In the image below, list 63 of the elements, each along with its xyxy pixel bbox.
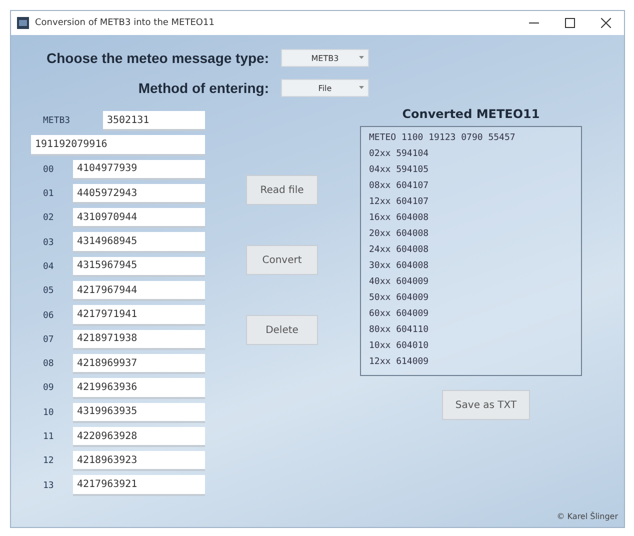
output-line: 20xx 604008 [369, 228, 430, 241]
input-field[interactable]: 4405972943 [73, 184, 205, 204]
input-field[interactable]: 4314968945 [73, 232, 205, 253]
input-field[interactable]: 4104977939 [73, 160, 205, 180]
app-icon [17, 17, 29, 29]
input-field[interactable]: 3502131 [103, 111, 205, 132]
action-button[interactable]: Convert [246, 245, 318, 275]
save-button[interactable]: Save as TXT [442, 390, 530, 420]
input-field[interactable]: 4218969937 [73, 354, 205, 374]
output-line: 12xx 604107 [369, 196, 430, 209]
caret-icon [359, 56, 364, 59]
input-field[interactable]: 4220963928 [73, 426, 205, 448]
entering-method-label: Method of entering: [137, 80, 269, 96]
level-label: 00 [42, 164, 55, 175]
level-label: 09 [42, 383, 55, 394]
copyright-text: © Karel Šlinger [556, 512, 618, 521]
output-line: 12xx 614009 [369, 356, 430, 369]
level-label: 11 [42, 432, 55, 442]
input-field[interactable]: 4310970944 [73, 208, 205, 228]
input-field[interactable]: 4319963935 [73, 402, 205, 423]
input-field[interactable]: 4217971941 [73, 305, 205, 326]
input-field[interactable]: 4217963921 [73, 475, 205, 496]
level-label: 08 [42, 359, 55, 370]
output-line: 80xx 604110 [369, 324, 430, 337]
window-title: Conversion of METB3 into the METEO11 [35, 18, 216, 28]
input-field[interactable]: 4219963936 [73, 378, 205, 399]
output-line: 16xx 604008 [369, 212, 430, 225]
level-label: 12 [42, 456, 55, 466]
action-button[interactable]: Read file [246, 175, 318, 205]
output-line: 02xx 594104 [369, 148, 430, 161]
output-line: 04xx 594105 [369, 164, 430, 177]
output-line: 08xx 604107 [369, 180, 430, 193]
level-label: 06 [42, 310, 55, 321]
level-label: 01 [42, 189, 55, 200]
output-line: 30xx 604008 [369, 260, 430, 273]
output-text-area[interactable]: METEO 1100 19123 0790 55457 02xx 594104 04xx 594105 08xx 604107 12xx 604107 16xx 604008 20xx 604008 24xx 604008 30xx 604008 40xx 604009 50xx 604009 60xx 604009 80xx 604110 10xx 604010 12xx 614009 [360, 126, 582, 376]
level-label: 07 [42, 334, 55, 345]
input-field[interactable]: 4217967944 [73, 281, 205, 302]
input-field[interactable]: 4218963923 [73, 451, 205, 472]
input-field[interactable]: 191192079916 [31, 135, 205, 156]
close-icon [601, 18, 611, 28]
action-button[interactable]: Delete [246, 315, 318, 345]
input-field[interactable]: 4218971938 [73, 330, 205, 350]
output-title: Converted METEO11 [402, 107, 540, 121]
entering-method-dropdown[interactable]: File [281, 79, 369, 97]
output-line: 50xx 604009 [369, 292, 430, 305]
message-type-label: Choose the meteo message type: [45, 50, 269, 66]
input-field[interactable]: 4315967945 [73, 256, 205, 278]
level-label: 04 [42, 262, 55, 272]
output-line: METEO 1100 19123 0790 55457 [369, 132, 516, 145]
output-line: 40xx 604009 [369, 276, 430, 289]
output-line: 10xx 604010 [369, 340, 430, 353]
level-label: 03 [42, 238, 55, 248]
level-label: 10 [42, 408, 55, 418]
maximize-icon [565, 18, 575, 28]
level-label: 13 [42, 480, 55, 491]
output-line: 24xx 604008 [369, 244, 430, 257]
message-type-dropdown[interactable]: METB3 [281, 49, 369, 67]
output-line: 60xx 604009 [369, 308, 430, 321]
level-label: 05 [42, 286, 55, 296]
caret-icon [359, 86, 364, 89]
level-label: 02 [42, 213, 55, 224]
field-label: METB3 [42, 116, 72, 126]
